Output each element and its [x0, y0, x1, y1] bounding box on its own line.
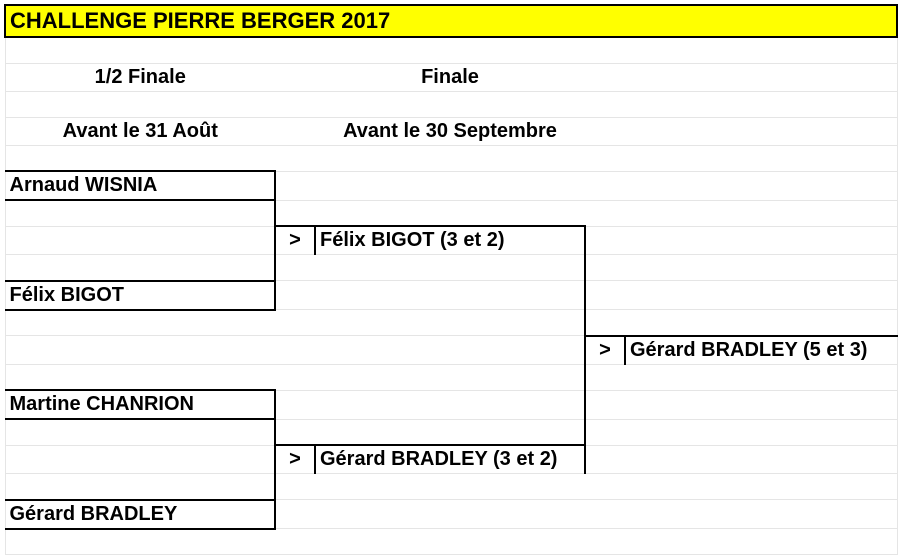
title: CHALLENGE PIERRE BERGER 2017 [5, 5, 897, 37]
final-header: Finale [315, 63, 585, 91]
sf1-player1: Arnaud WISNIA [5, 171, 275, 200]
arrow-icon: > [585, 336, 625, 365]
sf2-winner: Gérard BRADLEY (3 et 2) [315, 445, 585, 474]
sf1-winner: Félix BIGOT (3 et 2) [315, 226, 585, 255]
arrow-icon: > [275, 226, 315, 255]
semifinal-deadline: Avant le 31 Août [5, 117, 275, 145]
arrow-icon: > [275, 445, 315, 474]
title-row: CHALLENGE PIERRE BERGER 2017 [5, 5, 897, 37]
final-deadline: Avant le 30 Septembre [315, 117, 585, 145]
sf2-player1: Martine CHANRION [5, 390, 275, 419]
sf1-player2: Félix BIGOT [5, 281, 275, 310]
tournament-bracket: CHALLENGE PIERRE BERGER 2017 1/2 Finale … [4, 4, 898, 555]
semifinal-header: 1/2 Finale [5, 63, 275, 91]
final-winner: Gérard BRADLEY (5 et 3) [625, 336, 897, 365]
sf2-player2: Gérard BRADLEY [5, 500, 275, 529]
